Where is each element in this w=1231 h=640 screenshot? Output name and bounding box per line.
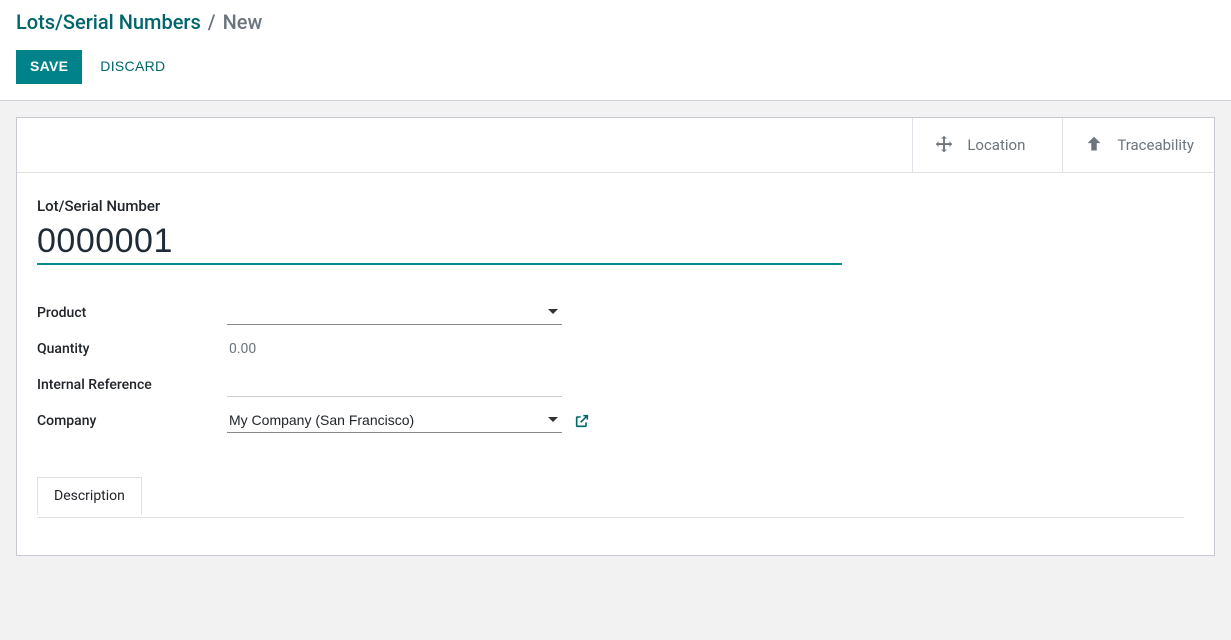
tab-bar: Description <box>37 477 1184 515</box>
quantity-label: Quantity <box>37 341 227 357</box>
discard-button[interactable]: DISCARD <box>86 50 179 84</box>
lot-serial-input[interactable] <box>37 219 842 263</box>
title-label: Lot/Serial Number <box>37 197 842 215</box>
company-row: Company <box>37 403 597 439</box>
product-label: Product <box>37 305 227 321</box>
internal-reference-field[interactable] <box>227 372 562 397</box>
traceability-stat-button[interactable]: Traceability <box>1062 118 1214 172</box>
external-link-icon[interactable] <box>574 413 590 429</box>
company-label: Company <box>37 413 227 429</box>
arrow-up-icon <box>1083 134 1105 156</box>
field-group: Product Quantity 0.00 Internal R <box>37 295 597 439</box>
traceability-stat-label: Traceability <box>1117 136 1194 154</box>
breadcrumb: Lots/Serial Numbers / New <box>16 8 1215 36</box>
location-stat-button[interactable]: Location <box>912 118 1062 172</box>
quantity-row: Quantity 0.00 <box>37 331 597 367</box>
product-input[interactable] <box>227 300 562 325</box>
breadcrumb-root[interactable]: Lots/Serial Numbers <box>16 10 201 34</box>
notebook: Description <box>37 517 1184 555</box>
internal-reference-row: Internal Reference <box>37 367 597 403</box>
product-row: Product <box>37 295 597 331</box>
form-content: Location Traceability Lot/Serial Number <box>0 101 1231 640</box>
control-panel: Lots/Serial Numbers / New SAVE DISCARD <box>0 0 1231 101</box>
location-stat-label: Location <box>967 136 1025 154</box>
breadcrumb-separator: / <box>208 10 216 34</box>
product-field[interactable] <box>227 300 562 325</box>
move-icon <box>933 134 955 156</box>
tab-description[interactable]: Description <box>37 477 142 515</box>
title-field: Lot/Serial Number <box>37 197 842 265</box>
tab-content <box>37 515 1184 555</box>
title-input-wrap[interactable] <box>37 219 842 265</box>
internal-reference-input[interactable] <box>227 372 562 397</box>
control-buttons: SAVE DISCARD <box>16 50 1215 84</box>
quantity-value: 0.00 <box>227 341 256 357</box>
form-sheet: Lot/Serial Number Product <box>17 173 1214 555</box>
quantity-field: 0.00 <box>227 341 597 357</box>
breadcrumb-current: New <box>223 10 263 34</box>
stat-button-box: Location Traceability <box>17 118 1214 173</box>
company-input[interactable] <box>227 408 562 433</box>
company-field[interactable] <box>227 408 562 433</box>
save-button[interactable]: SAVE <box>16 50 82 84</box>
internal-reference-label: Internal Reference <box>37 377 227 393</box>
form-sheet-bg: Location Traceability Lot/Serial Number <box>16 117 1215 556</box>
